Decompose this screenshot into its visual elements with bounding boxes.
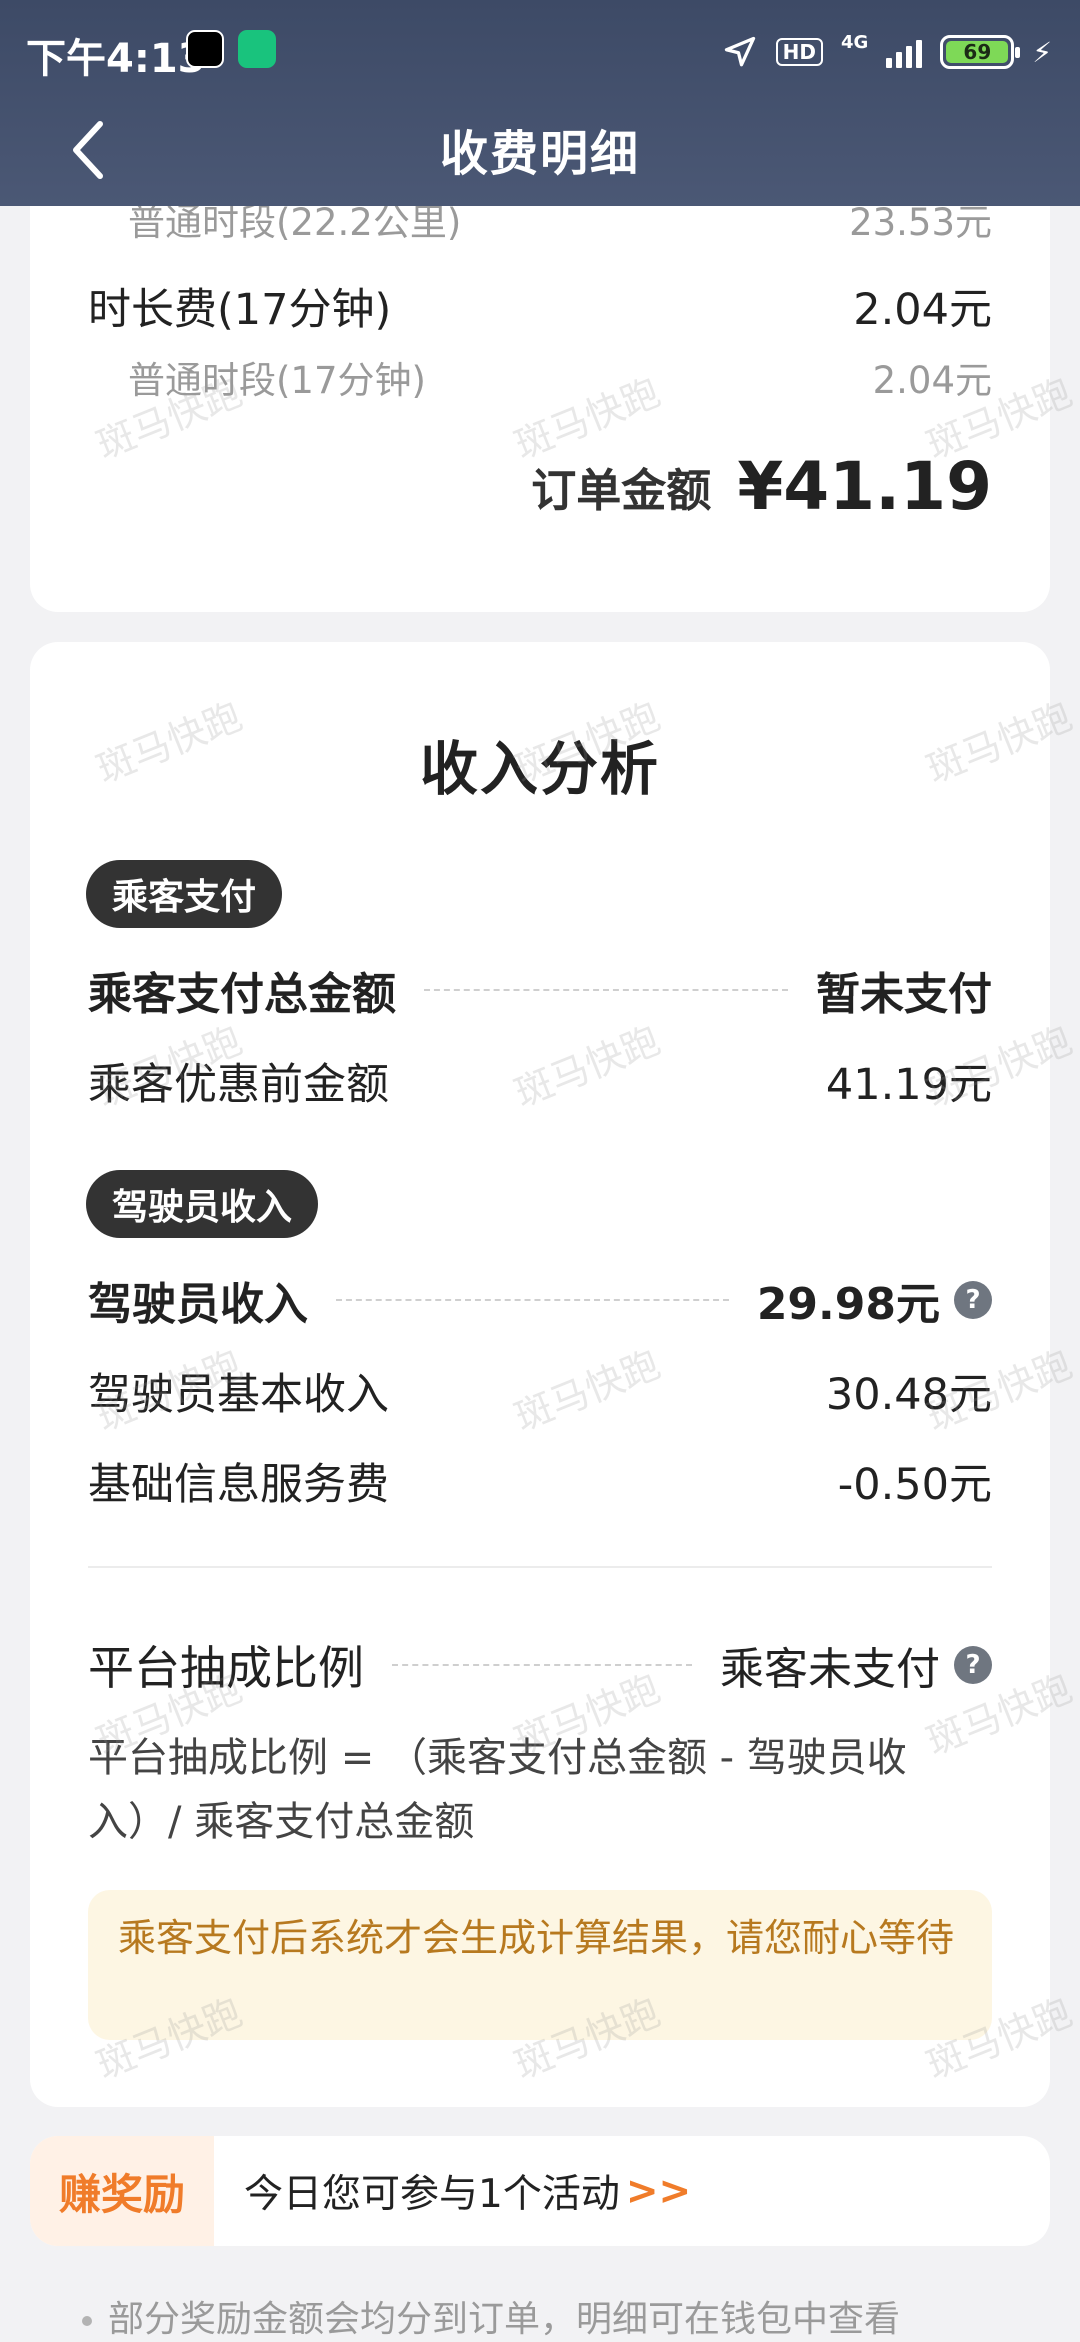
driver-income-row: 驾驶员收入 29.98元 ?	[88, 1268, 992, 1332]
location-arrow-icon	[724, 36, 755, 67]
fee-row-label: 普通时段(17分钟)	[128, 359, 426, 402]
fee-row-value: 2.04元	[872, 359, 992, 402]
reward-tag: 赚奖励	[30, 2136, 214, 2246]
dotted-leader	[336, 1299, 729, 1301]
fee-row-duration: 时长费(17分钟) 2.04元	[88, 275, 992, 337]
reward-arrow-icon: >>	[625, 2168, 692, 2214]
driver-income-chip: 驾驶员收入	[86, 1170, 319, 1238]
notification-app-icon	[186, 30, 224, 68]
header: 下午4:13 HD 4G 69 ⚡ 收费明细	[0, 0, 1080, 206]
reward-activity-text: 今日您可参与1个活动	[244, 2172, 620, 2217]
dotted-leader	[392, 1664, 692, 1666]
charging-icon: ⚡	[1032, 35, 1052, 69]
income-analysis-card: 收入分析 乘客支付 乘客支付总金额 暂未支付 乘客优惠前金额 41.19元 驾驶…	[30, 642, 1050, 2107]
payment-pending-notice: 乘客支付后系统才会生成计算结果，请您耐心等待	[88, 1890, 992, 2040]
reward-text: 今日您可参与1个活动 >>	[244, 2136, 691, 2246]
driver-income-label: 驾驶员收入	[88, 1279, 308, 1330]
order-total-row: 订单金额 ¥41.19	[88, 448, 992, 525]
driver-base-label: 驾驶员基本收入	[88, 1370, 389, 1420]
passenger-pre-discount-label: 乘客优惠前金额	[88, 1060, 389, 1110]
commission-label: 平台抽成比例	[88, 1641, 364, 1695]
signal-icon	[886, 36, 923, 68]
commission-row: 平台抽成比例 乘客未支付 ?	[88, 1632, 992, 1698]
network-type: 4G	[841, 31, 869, 53]
passenger-total-row: 乘客支付总金额 暂未支付	[88, 958, 992, 1022]
status-time: 下午4:13	[26, 36, 206, 82]
fee-row-value: 2.04元	[853, 285, 992, 335]
order-total-value: ¥41.19	[737, 448, 992, 525]
service-fee-value: -0.50元	[837, 1460, 992, 1510]
divider	[88, 1566, 992, 1568]
passenger-pre-discount-value: 41.19元	[825, 1060, 992, 1110]
passenger-pre-discount-row: 乘客优惠前金额 41.19元	[88, 1050, 992, 1112]
passenger-total-label: 乘客支付总金额	[88, 969, 396, 1020]
status-indicators: HD 4G 69 ⚡	[722, 30, 1052, 74]
nav-bar: 收费明细	[0, 100, 1080, 206]
section-title: 收入分析	[419, 735, 660, 803]
driver-base-value: 30.48元	[825, 1370, 992, 1420]
shield-app-icon	[238, 30, 276, 68]
fee-row-label: 时长费(17分钟)	[88, 285, 392, 335]
page-title: 收费明细	[439, 126, 640, 182]
help-icon[interactable]: ?	[954, 1281, 992, 1319]
driver-income-value: 29.98元	[756, 1279, 940, 1330]
service-fee-row: 基础信息服务费 -0.50元	[88, 1450, 992, 1512]
status-bar: 下午4:13 HD 4G 69 ⚡	[0, 0, 1080, 100]
service-fee-label: 基础信息服务费	[88, 1460, 389, 1510]
battery-level: 69	[963, 40, 992, 64]
bottom-note: 部分奖励金额会均分到订单，明细可在钱包中查看	[82, 2290, 900, 2342]
passenger-total-value: 暂未支付	[816, 969, 992, 1020]
commission-value: 乘客未支付	[720, 1644, 940, 1695]
passenger-pay-chip: 乘客支付	[86, 860, 283, 928]
hd-badge: HD	[775, 38, 824, 66]
battery-icon: 69	[940, 35, 1021, 69]
help-icon[interactable]: ?	[954, 1646, 992, 1684]
dotted-leader	[424, 989, 788, 991]
reward-banner[interactable]: 赚奖励 今日您可参与1个活动 >>	[30, 2136, 1050, 2246]
commission-formula: 平台抽成比例 = （乘客支付总金额 - 驾驶员收入）/ 乘客支付总金额	[88, 1735, 907, 1845]
fee-row-normal-duration: 普通时段(17分钟) 2.04元	[88, 350, 992, 404]
driver-base-row: 驾驶员基本收入 30.48元	[88, 1360, 992, 1422]
order-total-label: 订单金额	[531, 464, 712, 517]
